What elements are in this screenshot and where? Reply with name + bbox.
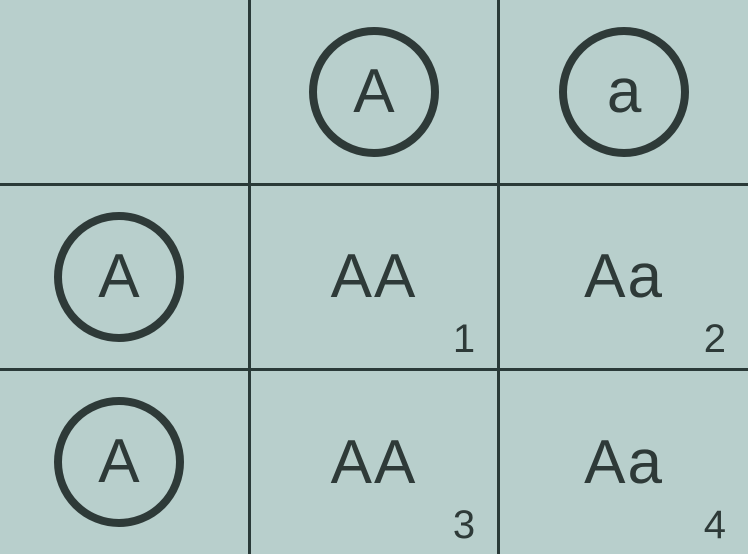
genotype-text: AA bbox=[331, 241, 418, 312]
cell-1: AA 1 bbox=[249, 185, 498, 370]
col-header-2: a bbox=[499, 0, 748, 185]
genotype-text: Aa bbox=[584, 241, 664, 312]
genotype-text: AA bbox=[331, 427, 418, 498]
allele-circle-icon: A bbox=[54, 397, 184, 527]
col-header-1: A bbox=[249, 0, 498, 185]
cell-number: 3 bbox=[453, 503, 475, 548]
col-header-1-label: A bbox=[353, 61, 394, 123]
cell-number: 2 bbox=[704, 317, 726, 362]
row-header-2-label: A bbox=[98, 431, 139, 493]
genotype-text: Aa bbox=[584, 427, 664, 498]
empty-corner bbox=[0, 0, 249, 185]
row-header-1-label: A bbox=[98, 246, 139, 308]
table-row: A AA 3 Aa 4 bbox=[0, 369, 748, 554]
row-header-1: A bbox=[0, 185, 249, 370]
header-row: A a bbox=[0, 0, 748, 185]
allele-circle-icon: A bbox=[309, 27, 439, 157]
allele-circle-icon: A bbox=[54, 212, 184, 342]
cell-2: Aa 2 bbox=[499, 185, 748, 370]
table-row: A AA 1 Aa 2 bbox=[0, 185, 748, 370]
cell-4: Aa 4 bbox=[499, 369, 748, 554]
col-header-2-label: a bbox=[607, 61, 641, 123]
punnett-table: A a A AA 1 Aa 2 bbox=[0, 0, 748, 554]
cell-number: 1 bbox=[453, 317, 475, 362]
row-header-2: A bbox=[0, 369, 249, 554]
cell-number: 4 bbox=[704, 503, 726, 548]
punnett-square: A a A AA 1 Aa 2 bbox=[0, 0, 748, 554]
cell-3: AA 3 bbox=[249, 369, 498, 554]
allele-circle-icon: a bbox=[559, 27, 689, 157]
